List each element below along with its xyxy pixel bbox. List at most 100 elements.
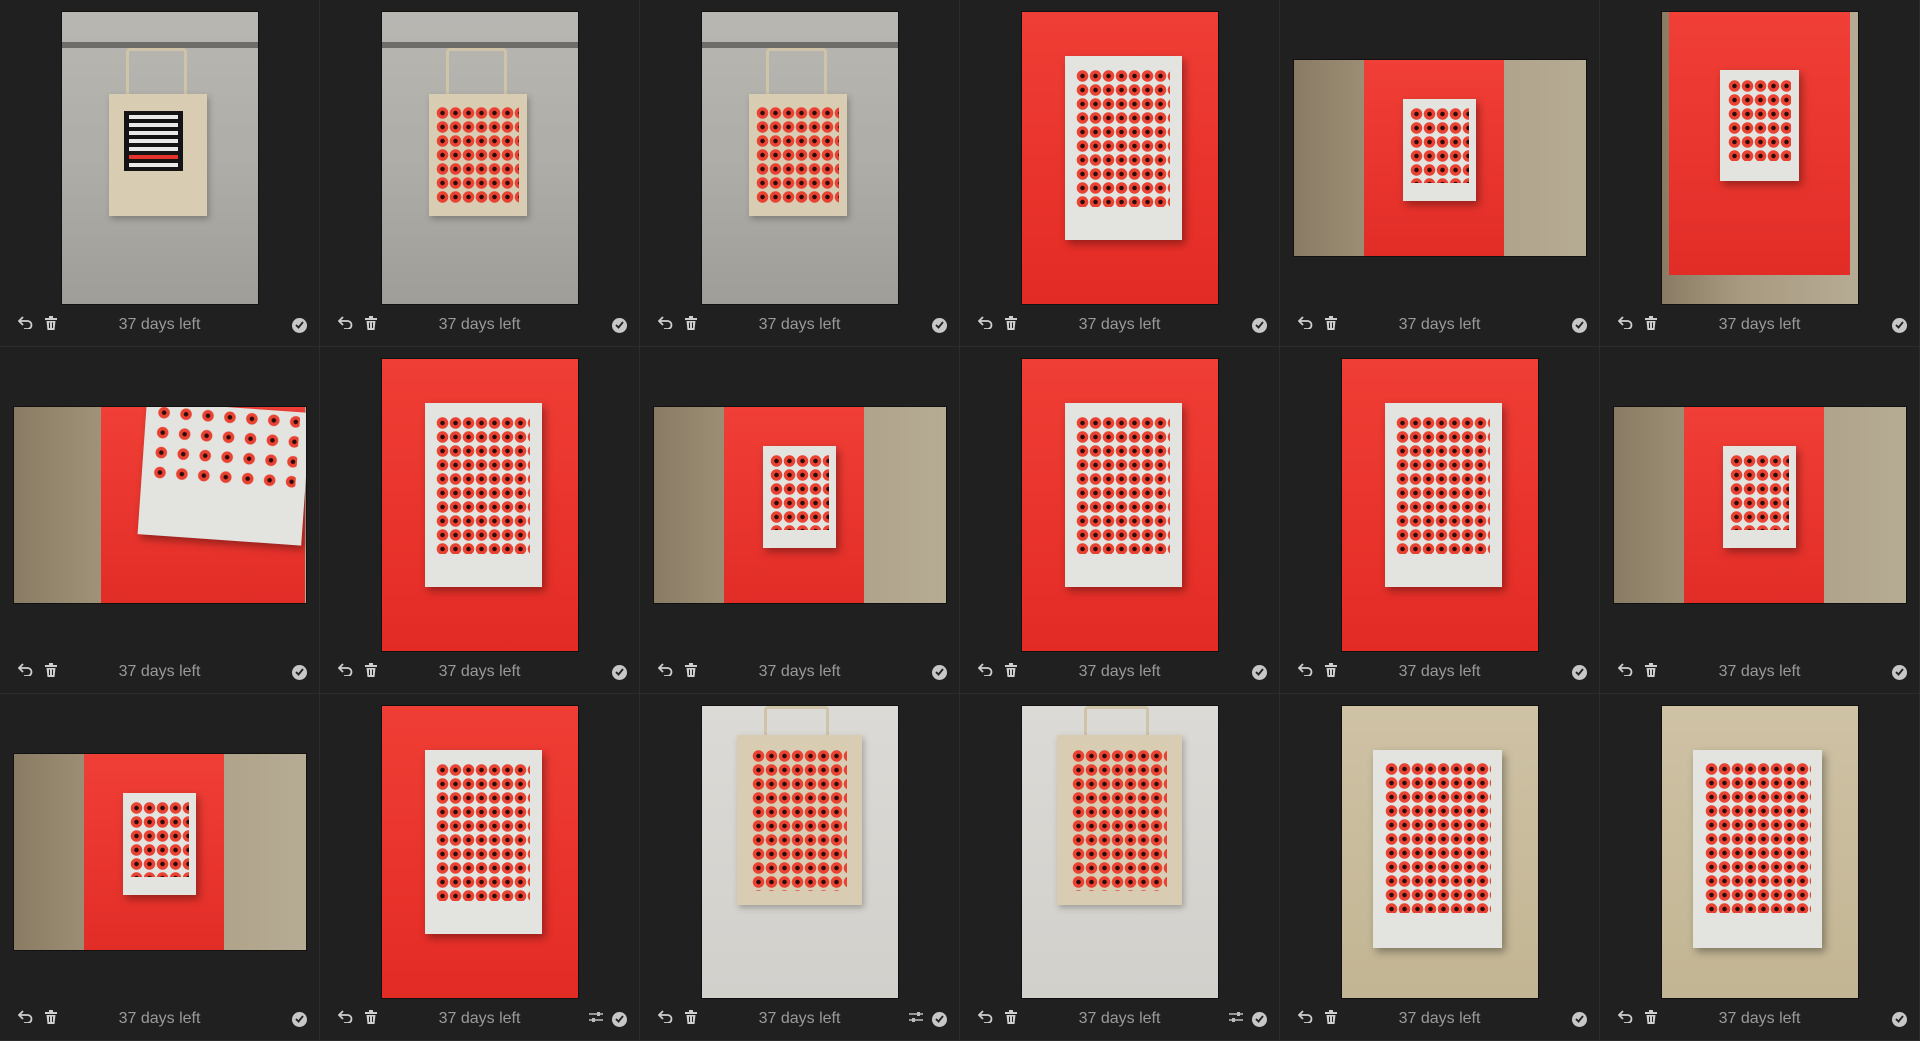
select-checkbox[interactable] bbox=[292, 664, 307, 680]
photo-card[interactable]: 37 days left bbox=[320, 347, 640, 694]
thumbnail-area[interactable] bbox=[8, 357, 311, 653]
thumbnail-area[interactable] bbox=[968, 357, 1271, 653]
restore-button[interactable] bbox=[1292, 312, 1318, 338]
restore-button[interactable] bbox=[12, 312, 38, 338]
thumbnail-area[interactable] bbox=[8, 10, 311, 306]
photo-card[interactable]: 37 days left bbox=[960, 347, 1280, 694]
photo-card[interactable]: 37 days left bbox=[0, 694, 320, 1041]
photo-card[interactable]: 37 days left bbox=[640, 0, 960, 347]
restore-button[interactable] bbox=[972, 659, 998, 685]
thumbnail-area[interactable] bbox=[1288, 357, 1591, 653]
edits-indicator[interactable] bbox=[588, 1006, 604, 1032]
select-checkbox[interactable] bbox=[1892, 664, 1907, 680]
delete-permanently-button[interactable] bbox=[358, 312, 384, 338]
restore-button[interactable] bbox=[12, 1006, 38, 1032]
photo-card[interactable]: 37 days left bbox=[1600, 347, 1920, 694]
select-checkbox[interactable] bbox=[1572, 317, 1587, 333]
delete-permanently-button[interactable] bbox=[678, 659, 704, 685]
thumbnail-area[interactable] bbox=[648, 10, 951, 306]
restore-button[interactable] bbox=[332, 1006, 358, 1032]
select-checkbox[interactable] bbox=[1892, 1011, 1907, 1027]
photo-thumbnail[interactable] bbox=[381, 12, 578, 304]
delete-permanently-button[interactable] bbox=[358, 659, 384, 685]
photo-card[interactable]: 37 days left bbox=[1280, 694, 1600, 1041]
photo-card[interactable]: 37 days left bbox=[640, 347, 960, 694]
thumbnail-area[interactable] bbox=[968, 704, 1271, 1000]
thumbnail-area[interactable] bbox=[1288, 10, 1591, 306]
restore-button[interactable] bbox=[652, 659, 678, 685]
photo-card[interactable]: 37 days left bbox=[960, 694, 1280, 1041]
photo-thumbnail[interactable] bbox=[1341, 359, 1538, 651]
edits-indicator[interactable] bbox=[1228, 1006, 1244, 1032]
delete-permanently-button[interactable] bbox=[678, 1006, 704, 1032]
select-checkbox[interactable] bbox=[1252, 664, 1267, 680]
photo-thumbnail[interactable] bbox=[1661, 706, 1858, 998]
restore-button[interactable] bbox=[652, 312, 678, 338]
delete-permanently-button[interactable] bbox=[38, 1006, 64, 1032]
restore-button[interactable] bbox=[972, 1006, 998, 1032]
thumbnail-area[interactable] bbox=[1608, 10, 1911, 306]
select-checkbox[interactable] bbox=[612, 664, 627, 680]
photo-thumbnail[interactable] bbox=[61, 12, 258, 304]
select-checkbox[interactable] bbox=[1892, 317, 1907, 333]
photo-thumbnail[interactable] bbox=[1021, 12, 1218, 304]
photo-thumbnail[interactable] bbox=[13, 407, 306, 603]
restore-button[interactable] bbox=[1612, 659, 1638, 685]
photo-thumbnail[interactable] bbox=[381, 706, 578, 998]
thumbnail-area[interactable] bbox=[328, 704, 631, 1000]
photo-thumbnail[interactable] bbox=[13, 754, 306, 950]
photo-thumbnail[interactable] bbox=[701, 706, 898, 998]
restore-button[interactable] bbox=[1612, 1006, 1638, 1032]
photo-thumbnail[interactable] bbox=[653, 407, 946, 603]
delete-permanently-button[interactable] bbox=[998, 312, 1024, 338]
thumbnail-area[interactable] bbox=[648, 704, 951, 1000]
select-checkbox[interactable] bbox=[292, 317, 307, 333]
restore-button[interactable] bbox=[972, 312, 998, 338]
photo-card[interactable]: 37 days left bbox=[0, 347, 320, 694]
restore-button[interactable] bbox=[332, 659, 358, 685]
photo-thumbnail[interactable] bbox=[381, 359, 578, 651]
delete-permanently-button[interactable] bbox=[1318, 1006, 1344, 1032]
thumbnail-area[interactable] bbox=[1608, 704, 1911, 1000]
photo-card[interactable]: 37 days left bbox=[640, 694, 960, 1041]
thumbnail-area[interactable] bbox=[648, 357, 951, 653]
restore-button[interactable] bbox=[1292, 659, 1318, 685]
photo-thumbnail[interactable] bbox=[1341, 706, 1538, 998]
restore-button[interactable] bbox=[12, 659, 38, 685]
thumbnail-area[interactable] bbox=[328, 357, 631, 653]
restore-button[interactable] bbox=[1292, 1006, 1318, 1032]
delete-permanently-button[interactable] bbox=[1638, 312, 1664, 338]
thumbnail-area[interactable] bbox=[968, 10, 1271, 306]
delete-permanently-button[interactable] bbox=[1638, 659, 1664, 685]
delete-permanently-button[interactable] bbox=[1638, 1006, 1664, 1032]
delete-permanently-button[interactable] bbox=[358, 1006, 384, 1032]
delete-permanently-button[interactable] bbox=[998, 659, 1024, 685]
thumbnail-area[interactable] bbox=[1288, 704, 1591, 1000]
photo-card[interactable]: 37 days left bbox=[1280, 347, 1600, 694]
delete-permanently-button[interactable] bbox=[998, 1006, 1024, 1032]
restore-button[interactable] bbox=[332, 312, 358, 338]
restore-button[interactable] bbox=[1612, 312, 1638, 338]
photo-thumbnail[interactable] bbox=[1613, 407, 1906, 603]
select-checkbox[interactable] bbox=[932, 1011, 947, 1027]
restore-button[interactable] bbox=[652, 1006, 678, 1032]
photo-thumbnail[interactable] bbox=[1021, 359, 1218, 651]
delete-permanently-button[interactable] bbox=[38, 312, 64, 338]
edits-indicator[interactable] bbox=[908, 1006, 924, 1032]
select-checkbox[interactable] bbox=[932, 317, 947, 333]
photo-thumbnail[interactable] bbox=[1021, 706, 1218, 998]
select-checkbox[interactable] bbox=[292, 1011, 307, 1027]
photo-card[interactable]: 37 days left bbox=[1600, 0, 1920, 347]
delete-permanently-button[interactable] bbox=[1318, 659, 1344, 685]
photo-card[interactable]: 37 days left bbox=[1280, 0, 1600, 347]
select-checkbox[interactable] bbox=[612, 1011, 627, 1027]
photo-card[interactable]: 37 days left bbox=[0, 0, 320, 347]
photo-card[interactable]: 37 days left bbox=[1600, 694, 1920, 1041]
thumbnail-area[interactable] bbox=[328, 10, 631, 306]
delete-permanently-button[interactable] bbox=[678, 312, 704, 338]
photo-card[interactable]: 37 days left bbox=[320, 694, 640, 1041]
thumbnail-area[interactable] bbox=[1608, 357, 1911, 653]
photo-thumbnail[interactable] bbox=[701, 12, 898, 304]
delete-permanently-button[interactable] bbox=[38, 659, 64, 685]
photo-thumbnail[interactable] bbox=[1293, 60, 1586, 256]
